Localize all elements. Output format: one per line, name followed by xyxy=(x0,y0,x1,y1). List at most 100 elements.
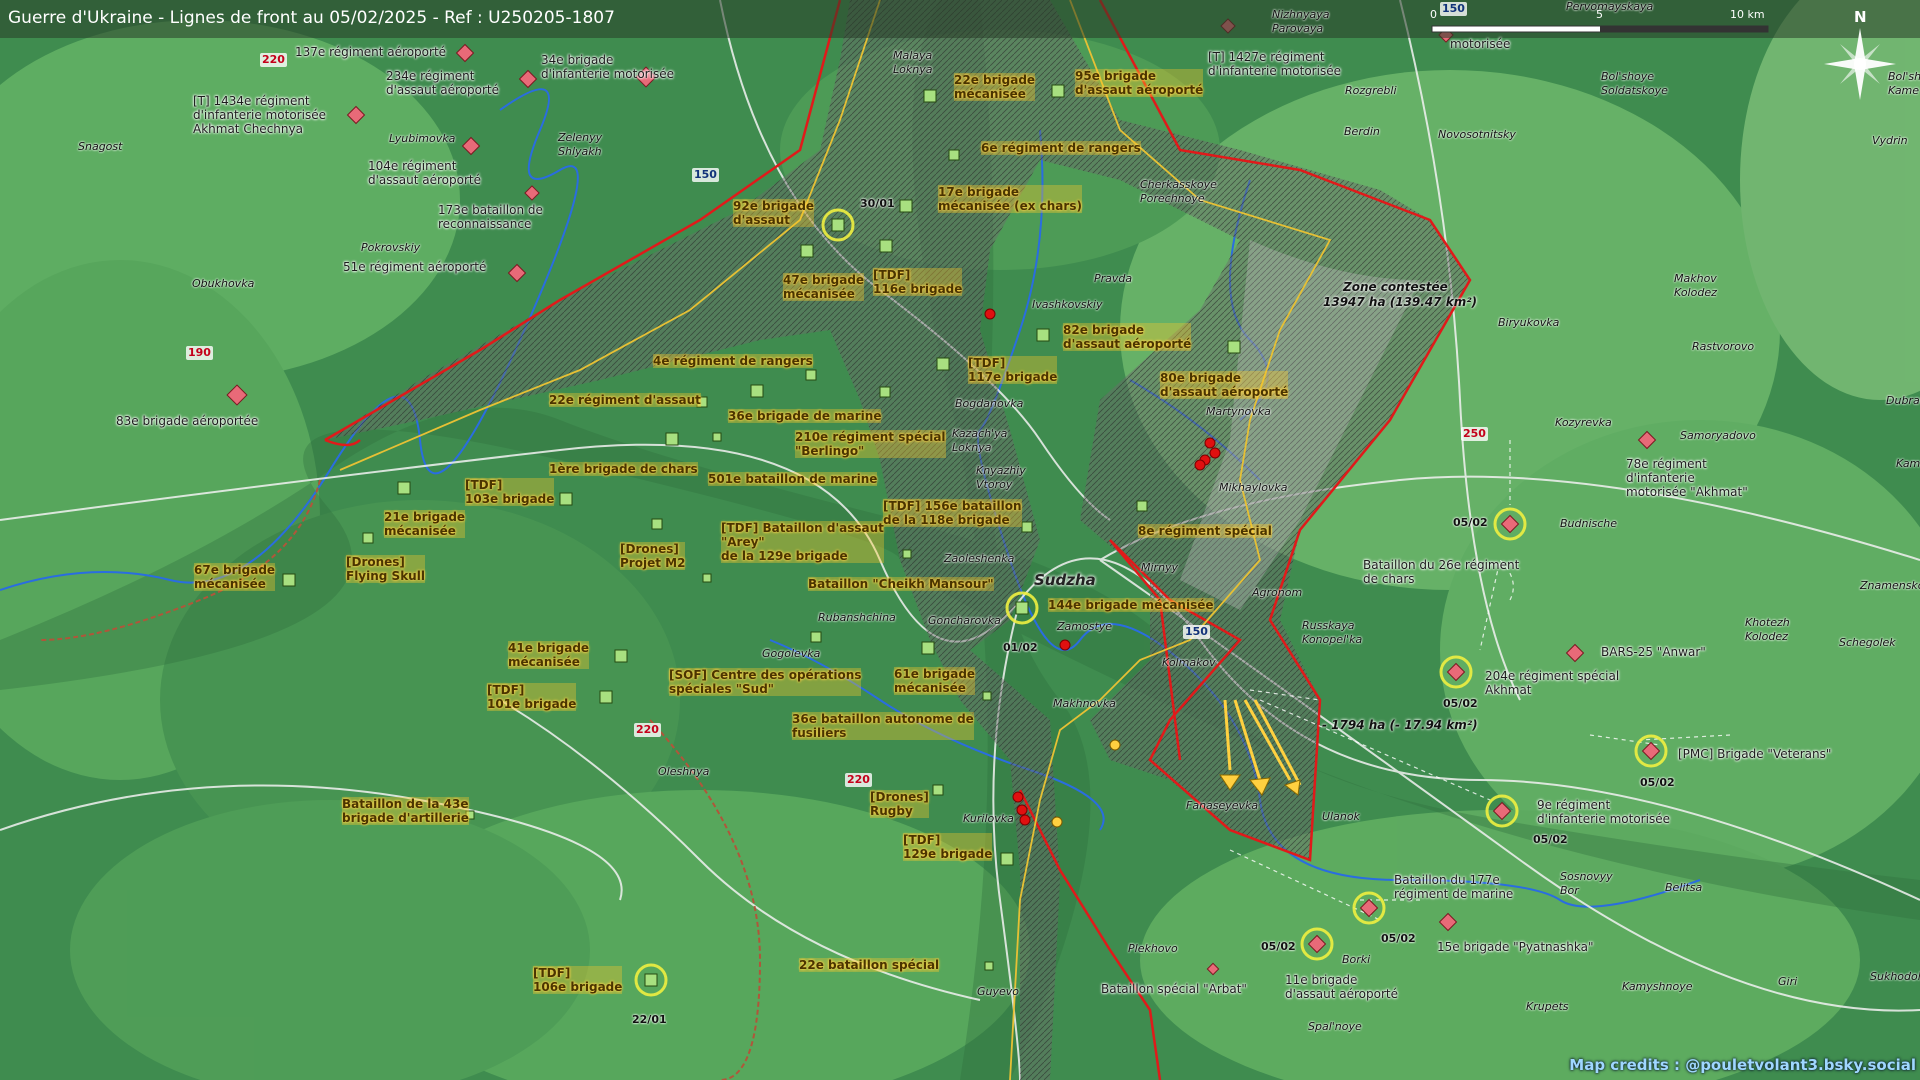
town-label: Oleshnya xyxy=(658,765,710,778)
ukrainian-unit-label[interactable]: 36e bataillon autonome de fusiliers xyxy=(792,712,974,740)
ukrainian-unit-label[interactable]: 8e régiment spécial xyxy=(1138,524,1272,538)
town-label: Samoryadovo xyxy=(1680,429,1756,442)
date-label: 30/01 xyxy=(860,197,895,210)
compass-star-icon: N xyxy=(1810,8,1910,118)
red-diamond-unit-icon xyxy=(461,136,481,156)
green-square-unit-icon xyxy=(879,386,891,398)
ukrainian-unit-label[interactable]: 17e brigade mécanisée (ex chars) xyxy=(938,185,1082,213)
green-square-unit-icon xyxy=(879,239,893,253)
ukrainian-unit-label[interactable]: 82e brigade d'assaut aéroporté xyxy=(1063,323,1192,351)
green-square-unit-icon xyxy=(810,631,822,643)
russian-unit-label[interactable]: 11e brigade d'assaut aéroporté xyxy=(1285,973,1398,1001)
ukrainian-unit-label[interactable]: [Drones] Rugby xyxy=(870,790,929,818)
town-label: Ulanok xyxy=(1322,810,1360,823)
map-view[interactable]: Guerre d'Ukraine - Lignes de front au 05… xyxy=(0,0,1920,1080)
ukrainian-unit-label[interactable]: 36e brigade de marine xyxy=(728,409,882,423)
green-square-unit-icon xyxy=(800,244,814,258)
road-number: 190 xyxy=(186,346,213,360)
red-diamond-unit-icon xyxy=(1637,430,1657,450)
date-label: 05/02 xyxy=(1640,776,1675,789)
ukrainian-unit-label[interactable]: 21e brigade mécanisée xyxy=(384,510,466,538)
town-label: Rubanshchina xyxy=(818,611,896,624)
russian-unit-label[interactable]: 137e régiment aéroporté xyxy=(295,45,446,59)
ukrainian-unit-label[interactable]: 41e brigade mécanisée xyxy=(508,641,590,669)
russian-unit-label[interactable]: [T] 1427e régiment d'infanterie motorisé… xyxy=(1208,50,1341,78)
russian-unit-label[interactable]: 104e régiment d'assaut aéroporté xyxy=(368,159,481,187)
green-square-unit-icon xyxy=(559,492,573,506)
russian-unit-label[interactable]: Bataillon du 26e régiment de chars xyxy=(1363,558,1519,586)
ukrainian-unit-label[interactable]: [TDF] 103e brigade xyxy=(465,478,555,506)
green-square-unit-icon xyxy=(1136,500,1148,512)
green-square-unit-icon xyxy=(282,573,296,587)
ukrainian-unit-label[interactable]: 95e brigade d'assaut aéroporté xyxy=(1075,69,1204,97)
red-diamond-unit-icon xyxy=(1500,514,1520,534)
ukrainian-unit-label[interactable]: 6e régiment de rangers xyxy=(981,141,1141,155)
town-label: Spal'noye xyxy=(1308,1020,1362,1033)
town-label: Kolmakov xyxy=(1162,656,1216,669)
green-square-unit-icon xyxy=(1015,601,1029,615)
ukrainian-unit-label[interactable]: 80e brigade d'assaut aéroporté xyxy=(1160,371,1289,399)
ukrainian-unit-label[interactable]: 92e brigade d'assaut xyxy=(733,199,815,227)
town-label: Bol'shoye Soldatskoye xyxy=(1601,70,1668,97)
ukrainian-unit-label[interactable]: 67e brigade mécanisée xyxy=(194,563,276,591)
russian-unit-label[interactable]: 34e brigade d'infanterie motorisée xyxy=(541,53,674,81)
town-label: Kamyshnoye xyxy=(1622,980,1693,993)
ukrainian-unit-label[interactable]: 61e brigade mécanisée xyxy=(894,667,976,695)
ukrainian-unit-label[interactable]: [TDF] 101e brigade xyxy=(487,683,577,711)
road-number: 220 xyxy=(260,53,287,67)
town-label: Sosnovyy Bor xyxy=(1560,870,1613,897)
ukrainian-unit-label[interactable]: [TDF] 129e brigade xyxy=(903,833,993,861)
red-diamond-unit-icon xyxy=(1565,643,1585,663)
ukrainian-unit-label[interactable]: 1ère brigade de chars xyxy=(549,462,698,476)
ukrainian-unit-label[interactable]: [Drones] Flying Skull xyxy=(346,555,425,583)
units-layer xyxy=(226,18,1668,997)
russian-unit-label[interactable]: BARS-25 "Anwar" xyxy=(1601,645,1706,659)
town-label: Krupets xyxy=(1526,1000,1569,1013)
town-label: Giri xyxy=(1778,975,1798,988)
russian-unit-label[interactable]: Bataillon du 177e régiment de marine xyxy=(1394,873,1513,901)
ukrainian-unit-label[interactable]: 144e brigade mécanisée xyxy=(1048,598,1214,612)
russian-unit-label[interactable]: 78e régiment d'infanterie motorisée "Akh… xyxy=(1626,457,1748,499)
ukrainian-unit-label[interactable]: Bataillon "Cheikh Mansour" xyxy=(808,577,994,591)
ukrainian-unit-label[interactable]: [TDF] Bataillon d'assaut "Arey" de la 12… xyxy=(721,521,884,563)
ukrainian-unit-label[interactable]: [TDF] 117e brigade xyxy=(968,356,1058,384)
map-credits: Map credits : @pouletvolant3.bsky.social xyxy=(1569,1056,1916,1074)
russian-unit-label[interactable]: 173e bataillon de reconnaissance xyxy=(438,203,543,231)
ukrainian-unit-label[interactable]: 47e brigade mécanisée xyxy=(783,273,865,301)
ukrainian-unit-label[interactable]: [TDF] 156e bataillon de la 118e brigade xyxy=(883,499,1022,527)
ukrainian-unit-label[interactable]: 501e bataillon de marine xyxy=(708,472,878,486)
green-square-unit-icon xyxy=(1021,521,1033,533)
red-diamond-unit-icon xyxy=(226,384,248,406)
red-diamond-unit-icon xyxy=(518,69,538,89)
road-number: 220 xyxy=(845,773,872,787)
russian-unit-label[interactable]: Bataillon spécial "Arbat" xyxy=(1101,982,1247,996)
red-diamond-unit-icon xyxy=(1359,898,1379,918)
russian-unit-label[interactable]: 51e régiment aéroporté xyxy=(343,260,486,274)
russian-unit-label[interactable]: 204e régiment spécial Akhmat xyxy=(1485,669,1619,697)
ukrainian-unit-label[interactable]: [TDF] 116e brigade xyxy=(873,268,963,296)
ukrainian-unit-label[interactable]: [TDF] 106e brigade xyxy=(533,966,623,994)
ukrainian-unit-label[interactable]: 22e bataillon spécial xyxy=(799,958,940,972)
russian-unit-label[interactable]: [PMC] Brigade "Veterans" xyxy=(1678,747,1831,761)
ukrainian-unit-label[interactable]: Bataillon de la 43e brigade d'artillerie xyxy=(342,797,469,825)
town-label: Belitsa xyxy=(1665,881,1703,894)
road-number: 150 xyxy=(1183,625,1210,639)
ukrainian-unit-label[interactable]: 22e régiment d'assaut xyxy=(549,393,701,407)
town-label: Kazach'ya Loknya xyxy=(952,427,1008,454)
date-label: 05/02 xyxy=(1261,940,1296,953)
russian-unit-label[interactable]: 234e régiment d'assaut aéroporté xyxy=(386,69,499,97)
ukrainian-unit-label[interactable]: [Drones] Projet M2 xyxy=(620,542,686,570)
russian-unit-label[interactable]: 83e brigade aéroportée xyxy=(116,414,258,428)
russian-unit-label[interactable]: 15e brigade "Pyatnashka" xyxy=(1437,940,1593,954)
ukrainian-unit-label[interactable]: [SOF] Centre des opérations spéciales "S… xyxy=(669,668,862,696)
green-square-unit-icon xyxy=(948,149,960,161)
town-label: Vydrin xyxy=(1872,134,1908,147)
russian-unit-label[interactable]: 9e régiment d'infanterie motorisée xyxy=(1537,798,1670,826)
ukrainian-unit-label[interactable]: 210e régiment spécial "Berlingo" xyxy=(795,430,946,458)
ukrainian-unit-label[interactable]: 4e régiment de rangers xyxy=(653,354,813,368)
town-label: Fanaseyevka xyxy=(1186,799,1259,812)
russian-unit-label[interactable]: [T] 1434e régiment d'infanterie motorisé… xyxy=(193,94,326,136)
red-diamond-unit-icon xyxy=(1446,662,1466,682)
russian-unit-label[interactable]: motorisée xyxy=(1450,37,1510,51)
ukrainian-unit-label[interactable]: 22e brigade mécanisée xyxy=(954,73,1036,101)
